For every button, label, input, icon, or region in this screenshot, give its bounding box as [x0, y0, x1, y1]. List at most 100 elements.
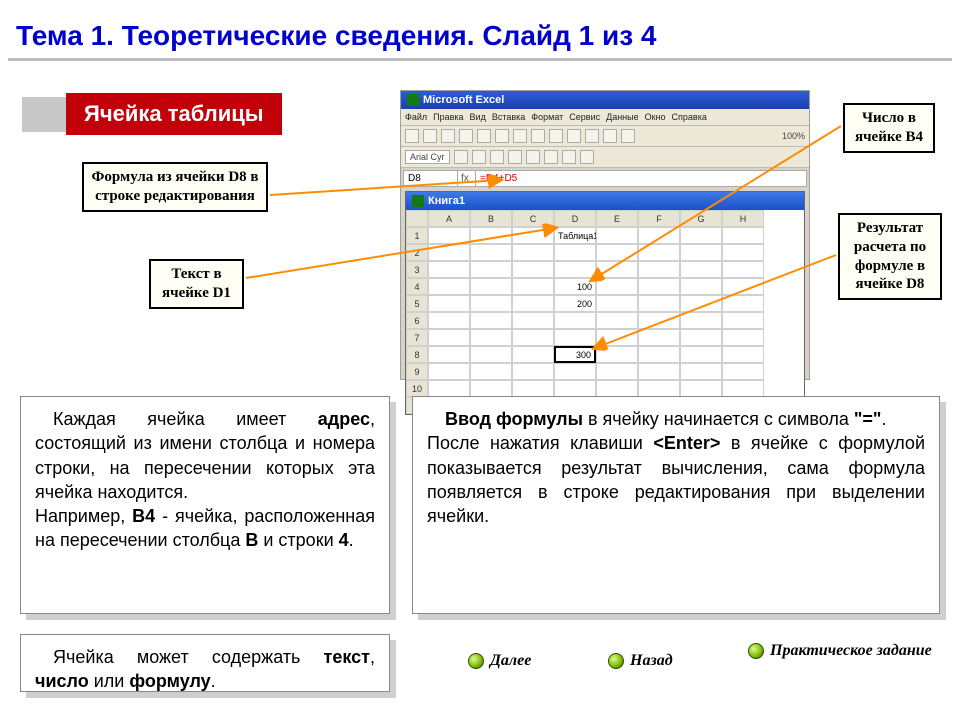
- row-header[interactable]: 10: [406, 380, 428, 397]
- toolbar-icon[interactable]: [495, 129, 509, 143]
- cell-F4[interactable]: [638, 278, 680, 295]
- menu-item[interactable]: Файл: [405, 112, 427, 122]
- nav-back[interactable]: Назад: [608, 652, 673, 670]
- toolbar-icon[interactable]: [423, 129, 437, 143]
- cell-F3[interactable]: [638, 261, 680, 278]
- cell-D1[interactable]: Таблица1: [554, 227, 596, 244]
- toolbar-icon[interactable]: [580, 150, 594, 164]
- row-header[interactable]: 7: [406, 329, 428, 346]
- spreadsheet-grid[interactable]: ABCDEFGH1Таблица1234100520067830091011: [406, 210, 804, 414]
- font-name[interactable]: Arial Cyr: [405, 150, 450, 164]
- toolbar-icon[interactable]: [513, 129, 527, 143]
- cell-E7[interactable]: [596, 329, 638, 346]
- row-header[interactable]: 9: [406, 363, 428, 380]
- cell-G5[interactable]: [680, 295, 722, 312]
- menu-item[interactable]: Окно: [645, 112, 666, 122]
- cell-D3[interactable]: [554, 261, 596, 278]
- cell-G8[interactable]: [680, 346, 722, 363]
- column-header[interactable]: D: [554, 210, 596, 227]
- cell-H4[interactable]: [722, 278, 764, 295]
- row-header[interactable]: 1: [406, 227, 428, 244]
- cell-C2[interactable]: [512, 244, 554, 261]
- cell-B9[interactable]: [470, 363, 512, 380]
- cell-B4[interactable]: [470, 278, 512, 295]
- nav-next[interactable]: Далее: [468, 652, 531, 670]
- toolbar-icon[interactable]: [562, 150, 576, 164]
- row-header[interactable]: 5: [406, 295, 428, 312]
- cell-B6[interactable]: [470, 312, 512, 329]
- cell-B8[interactable]: [470, 346, 512, 363]
- cell-B5[interactable]: [470, 295, 512, 312]
- cell-B2[interactable]: [470, 244, 512, 261]
- fx-icon[interactable]: fx: [458, 171, 476, 186]
- cell-G3[interactable]: [680, 261, 722, 278]
- corner-cell[interactable]: [406, 210, 428, 227]
- cell-H1[interactable]: [722, 227, 764, 244]
- cell-E1[interactable]: [596, 227, 638, 244]
- toolbar-icon[interactable]: [544, 150, 558, 164]
- cell-D2[interactable]: [554, 244, 596, 261]
- cell-C10[interactable]: [512, 380, 554, 397]
- cell-D7[interactable]: [554, 329, 596, 346]
- menu-item[interactable]: Правка: [433, 112, 463, 122]
- toolbar-icon[interactable]: [621, 129, 635, 143]
- cell-A3[interactable]: [428, 261, 470, 278]
- cell-C4[interactable]: [512, 278, 554, 295]
- cell-F5[interactable]: [638, 295, 680, 312]
- cell-C3[interactable]: [512, 261, 554, 278]
- formula-value[interactable]: =D4+D5: [476, 171, 806, 186]
- toolbar-icon[interactable]: [567, 129, 581, 143]
- cell-C9[interactable]: [512, 363, 554, 380]
- cell-A6[interactable]: [428, 312, 470, 329]
- cell-H6[interactable]: [722, 312, 764, 329]
- column-header[interactable]: G: [680, 210, 722, 227]
- name-box[interactable]: D8: [404, 171, 458, 186]
- menu-item[interactable]: Формат: [531, 112, 563, 122]
- cell-E9[interactable]: [596, 363, 638, 380]
- cell-A2[interactable]: [428, 244, 470, 261]
- cell-C5[interactable]: [512, 295, 554, 312]
- toolbar-icon[interactable]: [585, 129, 599, 143]
- cell-G9[interactable]: [680, 363, 722, 380]
- cell-H7[interactable]: [722, 329, 764, 346]
- cell-D4[interactable]: 100: [554, 278, 596, 295]
- cell-A9[interactable]: [428, 363, 470, 380]
- cell-C6[interactable]: [512, 312, 554, 329]
- cell-B7[interactable]: [470, 329, 512, 346]
- cell-D6[interactable]: [554, 312, 596, 329]
- toolbar-icon[interactable]: [472, 150, 486, 164]
- toolbar-icon[interactable]: [508, 150, 522, 164]
- menu-item[interactable]: Данные: [606, 112, 639, 122]
- menu-item[interactable]: Вставка: [492, 112, 525, 122]
- row-header[interactable]: 2: [406, 244, 428, 261]
- cell-D5[interactable]: 200: [554, 295, 596, 312]
- cell-G4[interactable]: [680, 278, 722, 295]
- cell-H9[interactable]: [722, 363, 764, 380]
- cell-H2[interactable]: [722, 244, 764, 261]
- cell-G10[interactable]: [680, 380, 722, 397]
- cell-H10[interactable]: [722, 380, 764, 397]
- cell-A4[interactable]: [428, 278, 470, 295]
- toolbar-icon[interactable]: [454, 150, 468, 164]
- cell-A1[interactable]: [428, 227, 470, 244]
- cell-F8[interactable]: [638, 346, 680, 363]
- row-header[interactable]: 3: [406, 261, 428, 278]
- cell-F10[interactable]: [638, 380, 680, 397]
- row-header[interactable]: 6: [406, 312, 428, 329]
- cell-E2[interactable]: [596, 244, 638, 261]
- cell-C8[interactable]: [512, 346, 554, 363]
- cell-A7[interactable]: [428, 329, 470, 346]
- menu-item[interactable]: Сервис: [569, 112, 600, 122]
- menu-item[interactable]: Справка: [672, 112, 707, 122]
- cell-E8[interactable]: [596, 346, 638, 363]
- cell-A10[interactable]: [428, 380, 470, 397]
- cell-F7[interactable]: [638, 329, 680, 346]
- column-header[interactable]: E: [596, 210, 638, 227]
- cell-E4[interactable]: [596, 278, 638, 295]
- cell-A5[interactable]: [428, 295, 470, 312]
- column-header[interactable]: H: [722, 210, 764, 227]
- toolbar-icon[interactable]: [405, 129, 419, 143]
- cell-H8[interactable]: [722, 346, 764, 363]
- cell-H5[interactable]: [722, 295, 764, 312]
- toolbar-icon[interactable]: [459, 129, 473, 143]
